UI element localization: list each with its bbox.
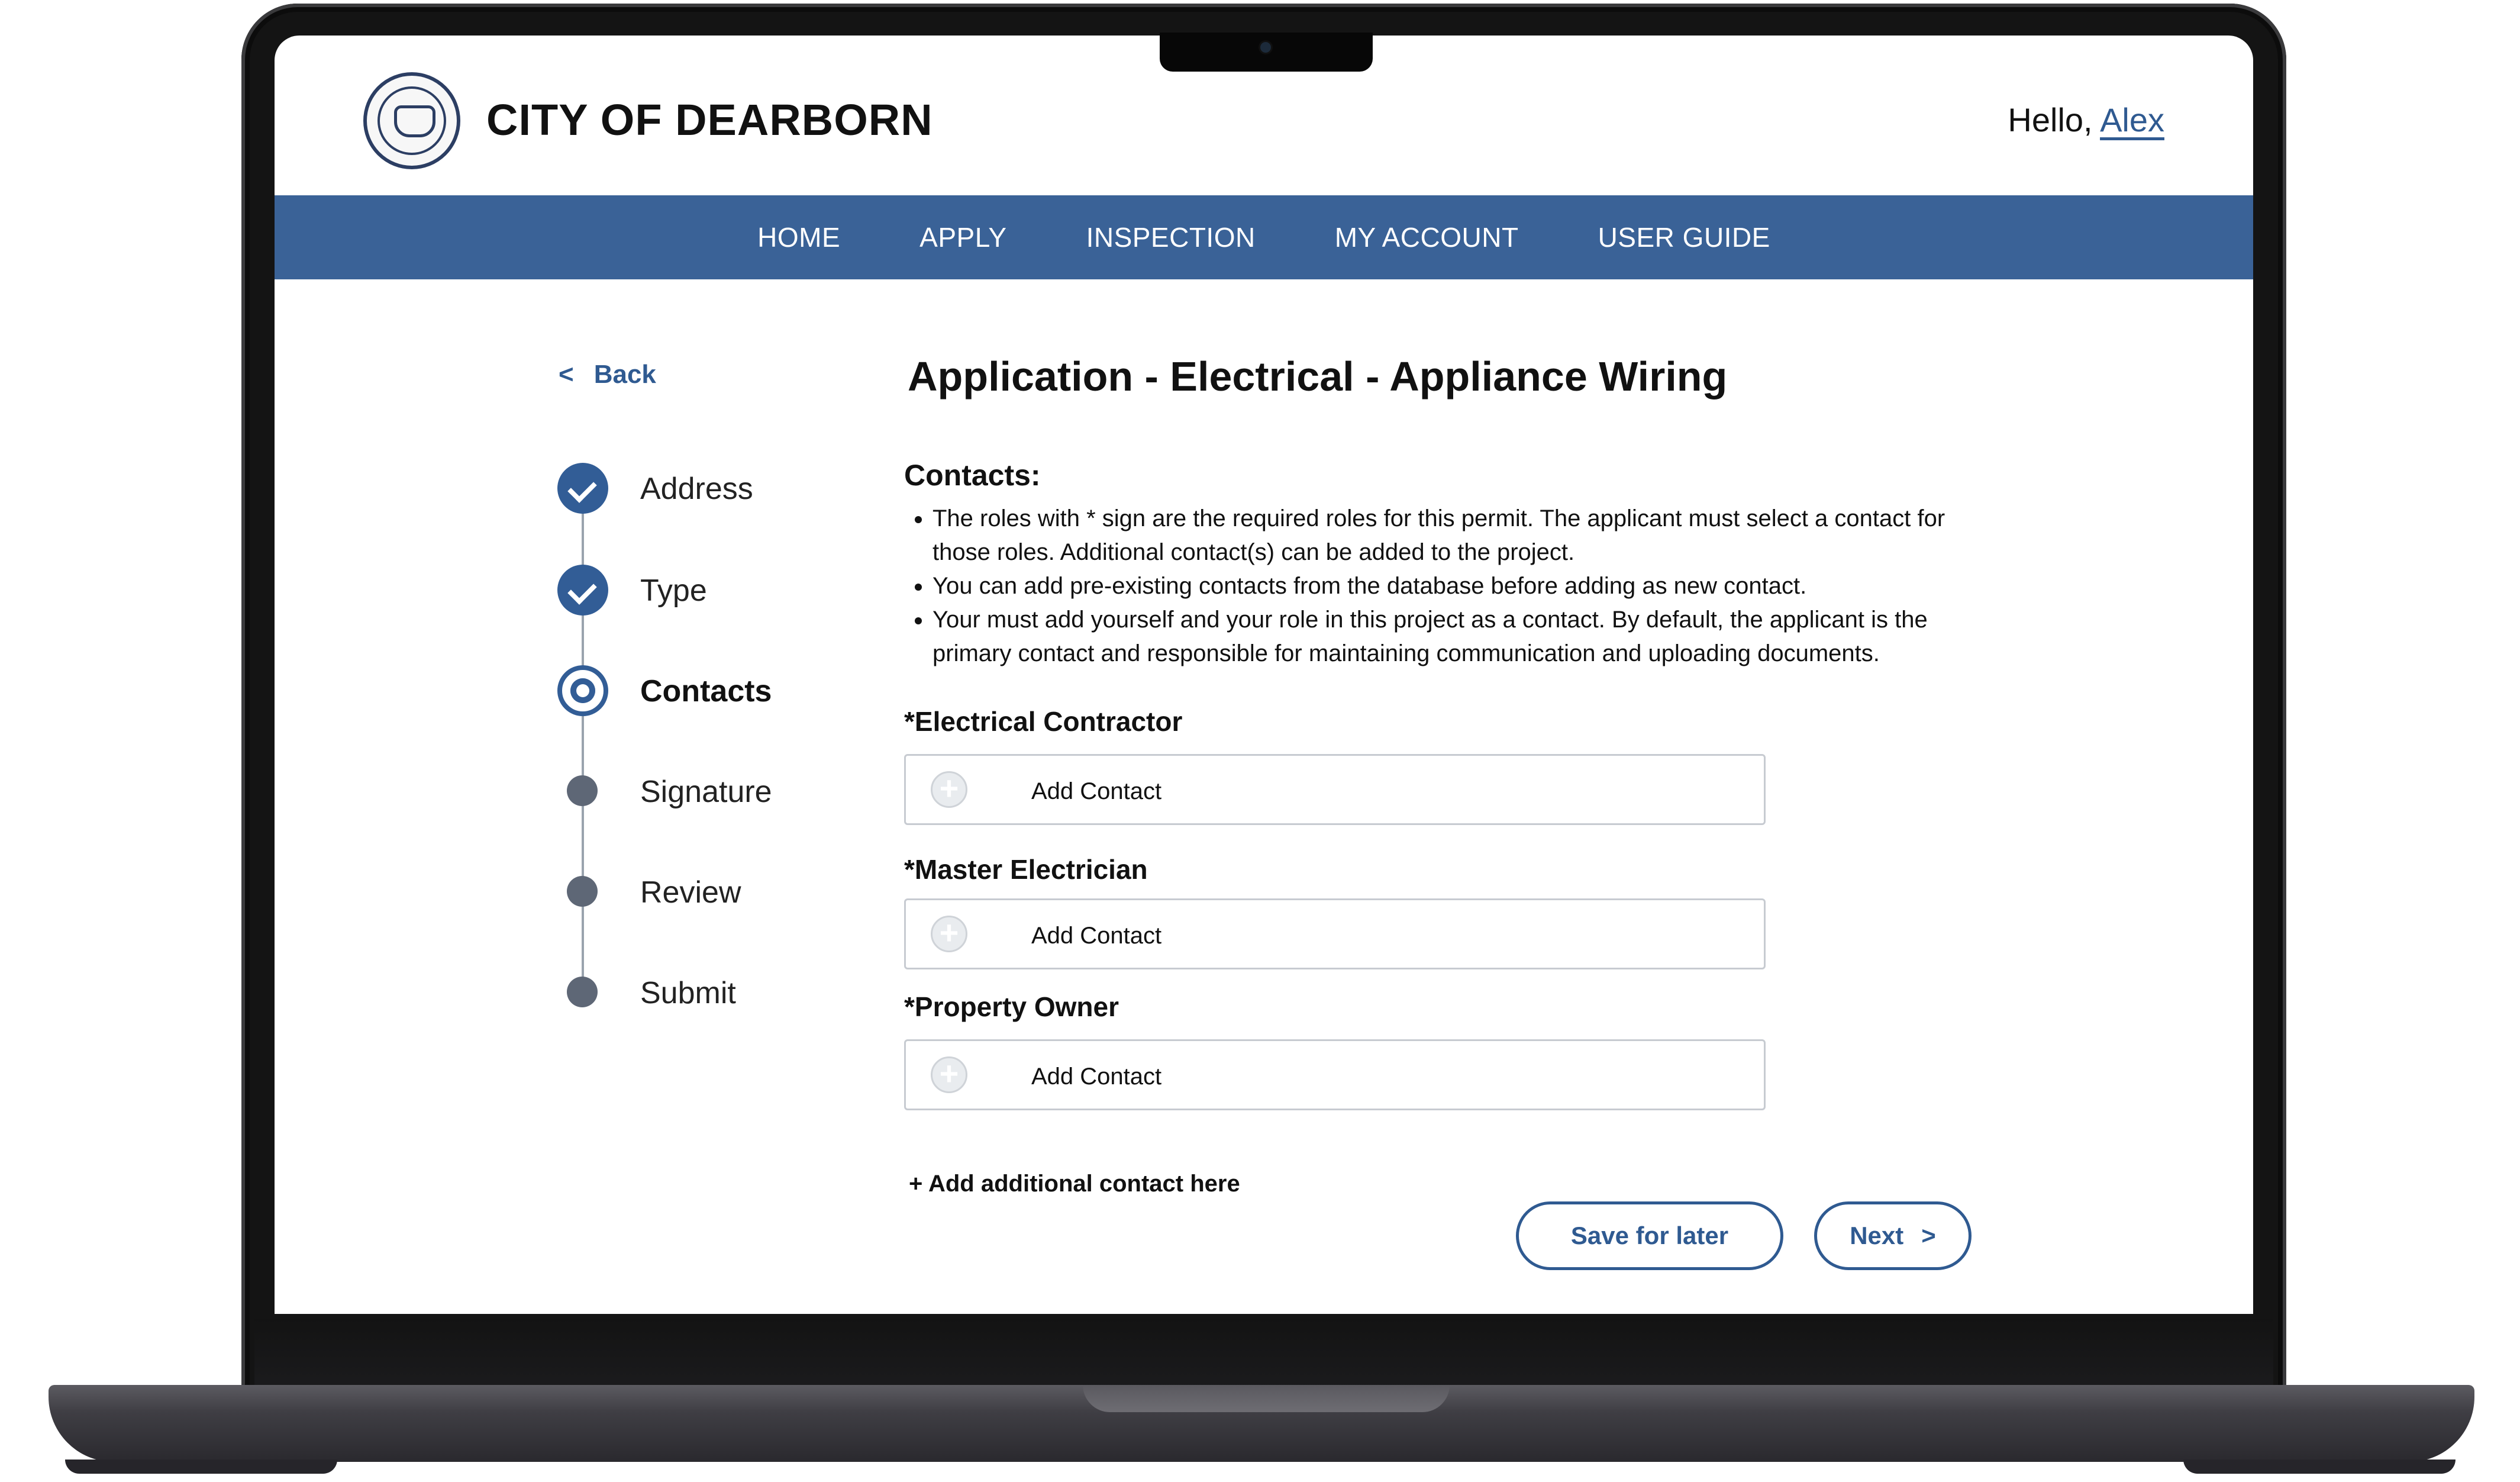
screen: CITY OF DEARBORN Hello, Alex HOME APPLY … — [275, 36, 2253, 1314]
nav-apply[interactable]: APPLY — [880, 221, 1046, 253]
step-type[interactable]: Type — [557, 565, 853, 616]
pending-step-icon — [567, 876, 598, 907]
laptop-foot-left — [65, 1460, 337, 1474]
back-link[interactable]: < Back — [559, 360, 656, 389]
step-label: Contacts — [640, 674, 772, 708]
stepper-track — [582, 485, 584, 1006]
add-contact-electrical-contractor[interactable]: + Add Contact — [904, 754, 1766, 825]
step-submit[interactable]: Submit — [557, 967, 853, 1014]
step-signature[interactable]: Signature — [557, 766, 853, 813]
role-label-electrical-contractor: *Electrical Contractor — [904, 706, 1183, 737]
nav-user-guide[interactable]: USER GUIDE — [1559, 221, 1810, 253]
site-title: CITY OF DEARBORN — [486, 95, 933, 144]
chevron-left-icon: < — [559, 360, 574, 389]
instruction-item: Your must add yourself and your role in … — [933, 603, 1986, 671]
step-label: Type — [640, 574, 707, 608]
camera-notch — [1160, 33, 1373, 72]
pending-step-icon — [567, 775, 598, 806]
camera-icon — [1260, 42, 1271, 53]
instruction-item: You can add pre-existing contacts from t… — [933, 569, 1986, 603]
step-label: Review — [640, 875, 741, 910]
instruction-item: The roles with * sign are the required r… — [933, 502, 1986, 569]
section-heading: Contacts: — [904, 459, 1041, 492]
add-contact-property-owner[interactable]: + Add Contact — [904, 1039, 1766, 1110]
nav-inspection[interactable]: INSPECTION — [1047, 221, 1295, 253]
back-label: Back — [593, 360, 656, 389]
plus-circle-icon: + — [931, 916, 967, 952]
user-greeting: Hello, Alex — [2008, 101, 2164, 139]
add-contact-master-electrician[interactable]: + Add Contact — [904, 898, 1766, 969]
step-address[interactable]: Address — [557, 463, 853, 514]
city-seal-logo — [363, 72, 460, 169]
nav-home[interactable]: HOME — [718, 221, 880, 253]
main-nav: HOME APPLY INSPECTION MY ACCOUNT USER GU… — [275, 195, 2253, 279]
plus-circle-icon: + — [931, 771, 967, 808]
checkmark-icon — [557, 463, 608, 514]
role-label-property-owner: *Property Owner — [904, 991, 1119, 1022]
plus-circle-icon: + — [931, 1056, 967, 1093]
next-button[interactable]: Next > — [1814, 1201, 1972, 1270]
user-name-link[interactable]: Alex — [2100, 101, 2164, 138]
next-label: Next — [1850, 1222, 1904, 1249]
pending-step-icon — [567, 977, 598, 1007]
checkmark-icon — [557, 565, 608, 616]
step-review[interactable]: Review — [557, 866, 853, 914]
add-contact-label: Add Contact — [1031, 923, 1162, 949]
add-contact-label: Add Contact — [1031, 1064, 1162, 1090]
nav-my-account[interactable]: MY ACCOUNT — [1295, 221, 1559, 253]
laptop-opening-lip — [1083, 1385, 1450, 1412]
add-additional-contact-link[interactable]: + Add additional contact here — [909, 1171, 1240, 1197]
greeting-text: Hello, — [2008, 101, 2093, 138]
laptop-bezel-bottom — [254, 1319, 2273, 1388]
save-for-later-button[interactable]: Save for later — [1516, 1201, 1783, 1270]
instructions-list: The roles with * sign are the required r… — [904, 502, 1986, 671]
page-title: Application - Electrical - Appliance Wir… — [908, 353, 1728, 400]
chevron-right-icon: > — [1921, 1222, 1936, 1249]
step-contacts[interactable]: Contacts — [557, 665, 853, 716]
laptop-foot-right — [2183, 1460, 2456, 1474]
step-label: Submit — [640, 976, 736, 1010]
role-label-master-electrician: *Master Electrician — [904, 854, 1148, 885]
step-label: Address — [640, 472, 753, 506]
add-contact-label: Add Contact — [1031, 778, 1162, 804]
current-step-icon — [557, 665, 608, 716]
step-label: Signature — [640, 775, 772, 809]
save-label: Save for later — [1570, 1222, 1729, 1249]
